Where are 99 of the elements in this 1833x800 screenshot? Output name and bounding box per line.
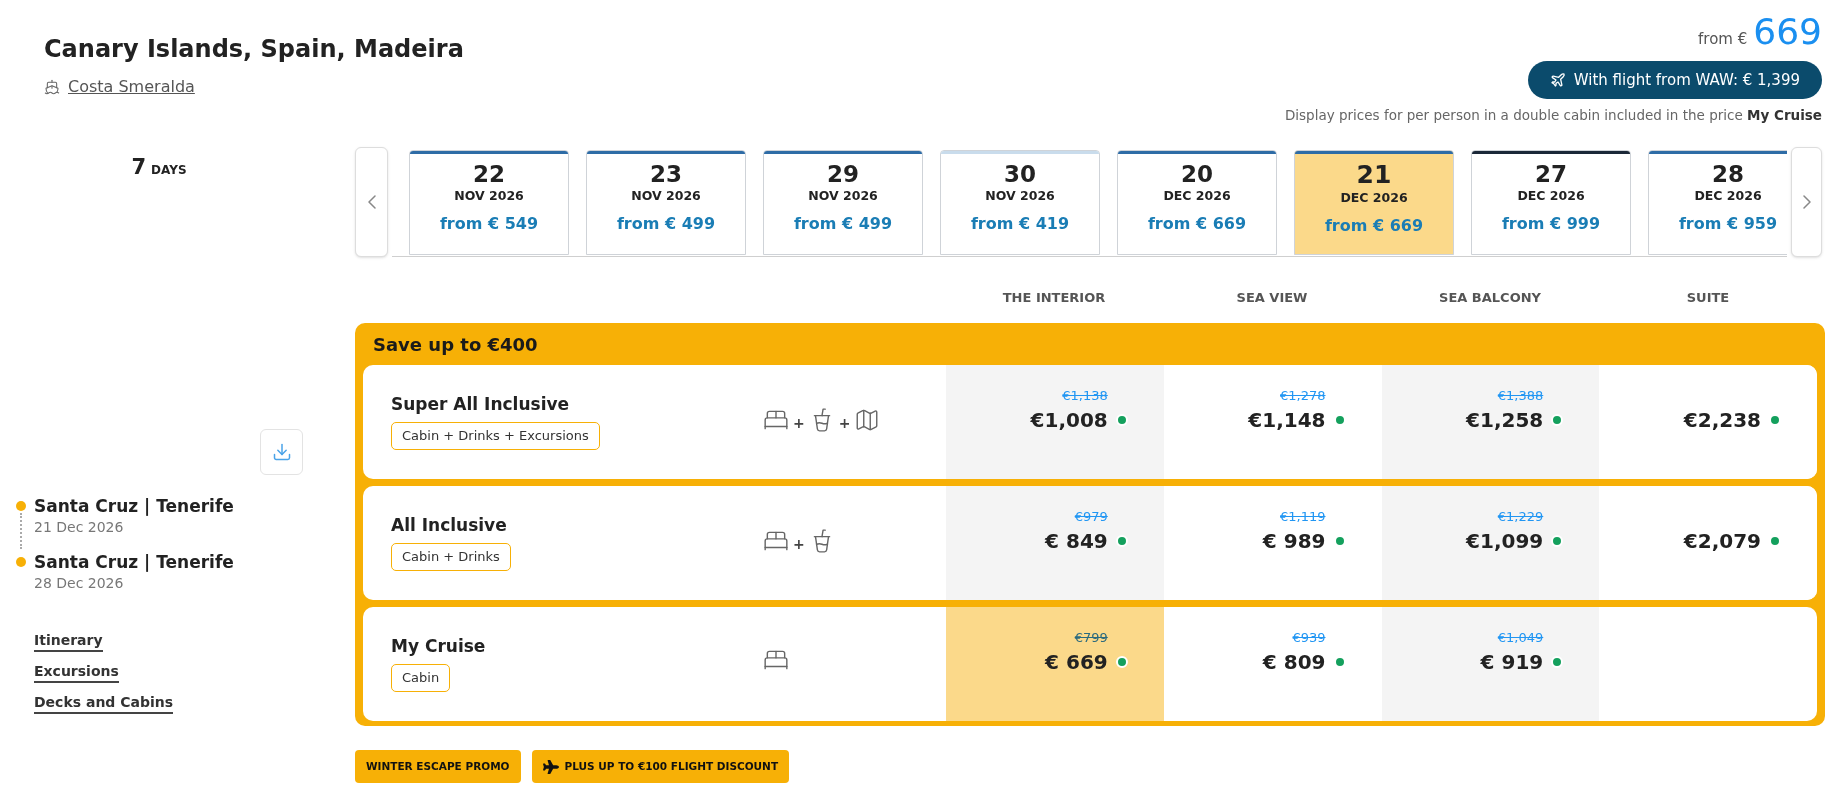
ship-icon [44,79,60,95]
price-cell[interactable]: €1,138 €1,008 [946,365,1164,479]
previous-button[interactable] [355,147,388,257]
price-cell[interactable]: €979 € 849 [946,486,1164,600]
column-header: SEA BALCONY [1439,289,1541,307]
from-price: from € 669 [1147,213,1247,235]
port-name: Santa Cruz | Tenerife [34,495,234,517]
date-card[interactable]: 22 NOV 2026 from € 549 [409,150,569,255]
date-card[interactable]: 21 DEC 2026 from € 669 [1294,150,1454,255]
download-button[interactable] [260,429,303,475]
price: € 669 [1045,649,1108,675]
price-note: Display prices for per person in a double cabin included in the price My Cruise [1284,107,1822,124]
month-year: NOV 2026 [985,188,1055,204]
section-link[interactable]: Excursions [34,661,119,683]
old-price: €1,388 [1497,387,1544,405]
price: €2,079 [1683,528,1761,554]
old-price: €1,049 [1497,629,1544,647]
old-price: €1,138 [1062,387,1108,405]
month-year: DEC 2026 [1694,188,1762,204]
old-price: €939 [1292,629,1326,647]
price-cell[interactable]: €1,049 € 919 [1381,607,1600,721]
day-number: 22 [473,160,505,188]
price-cell[interactable]: €1,388 €1,258 [1381,365,1600,479]
download-icon [271,442,292,462]
date-card[interactable]: 28 DEC 2026 from € 959 [1648,150,1787,255]
chevron-right-icon [1802,195,1811,209]
package-name: My Cruise [391,635,486,657]
package-name: Super All Inclusive [391,393,570,415]
from-price: from € 499 [793,213,893,235]
price-prefix: from € [1698,29,1748,50]
from-price: from € 499 [616,213,716,235]
date-card[interactable]: 30 NOV 2026 from € 419 [940,150,1100,255]
old-price: €979 [1074,508,1108,526]
plane-icon [542,758,559,775]
month-year: NOV 2026 [631,188,701,204]
column-header: SEA VIEW [1236,289,1308,307]
price-cell[interactable]: €1,229 €1,099 [1381,486,1600,600]
price-cell[interactable]: €799 € 669 [946,607,1164,721]
next-button[interactable] [1791,147,1822,257]
day-number: 29 [827,160,859,188]
price: € 989 [1262,528,1326,554]
column-header: SUITE [1686,289,1730,307]
section-link[interactable]: Decks and Cabins [34,692,174,714]
duration-number: 7 [131,154,147,181]
day-number: 30 [1004,160,1036,188]
from-price: from € 669 [1324,215,1424,237]
month-year: DEC 2026 [1517,188,1585,204]
plus-sign: + [793,414,805,433]
price: €1,258 [1466,407,1544,433]
price: € 919 [1480,649,1544,675]
duration-unit: DAYS [151,162,187,179]
price: € 849 [1045,528,1108,554]
month-year: DEC 2026 [1163,188,1231,204]
old-price: €1,229 [1497,508,1544,526]
includes-tag: Cabin [391,664,451,692]
port-date: 21 Dec 2026 [34,518,125,537]
day-number: 27 [1535,160,1567,188]
day-number: 21 [1356,160,1392,190]
lead-price: 669 [1753,12,1822,52]
month-year: NOV 2026 [454,188,524,204]
promo-tag: WINTER ESCAPE PROMO [355,750,521,783]
includes-tag: Cabin + Drinks [391,543,511,571]
flight-price-button[interactable]: With flight from WAW: € 1,399 [1527,61,1822,99]
date-card[interactable]: 20 DEC 2026 from € 669 [1117,150,1277,255]
includes-tag: Cabin + Drinks + Excursions [391,422,600,450]
route-line [20,513,22,549]
month-year: NOV 2026 [808,188,878,204]
price: €1,008 [1030,407,1108,433]
column-header: THE INTERIOR [1002,289,1106,307]
ship-link[interactable]: Costa Smeralda [44,76,195,98]
plane-icon [1549,72,1566,88]
port-name: Santa Cruz | Tenerife [34,551,234,573]
date-card[interactable]: 23 NOV 2026 from € 499 [586,150,746,255]
date-card[interactable]: 29 NOV 2026 from € 499 [763,150,923,255]
plus-sign: + [838,414,851,433]
old-price: €1,278 [1280,387,1326,405]
promo-tag: PLUS UP TO €100 FLIGHT DISCOUNT [531,750,790,783]
plus-sign: + [793,535,805,554]
price: €1,099 [1466,528,1544,554]
price: € 809 [1262,649,1326,675]
date-card[interactable]: 27 DEC 2026 from € 999 [1471,150,1631,255]
package-name: All Inclusive [391,514,507,536]
cruise-title: Canary Islands, Spain, Madeira [44,34,464,64]
old-price: €1,119 [1280,508,1326,526]
chevron-left-icon [367,195,376,209]
from-price: from € 999 [1501,213,1601,235]
price: €1,148 [1248,407,1326,433]
savings-title: Save up to €400 [373,332,538,357]
day-number: 23 [650,160,682,188]
month-year: DEC 2026 [1340,190,1408,206]
day-number: 28 [1712,160,1744,188]
old-price: €799 [1074,629,1108,647]
price: €2,238 [1683,407,1761,433]
from-price: from € 549 [439,213,539,235]
section-link[interactable]: Itinerary [34,630,103,652]
from-price: from € 959 [1678,213,1778,235]
port-date: 28 Dec 2026 [34,574,125,593]
day-number: 20 [1181,160,1213,188]
from-price: from € 419 [970,213,1070,235]
